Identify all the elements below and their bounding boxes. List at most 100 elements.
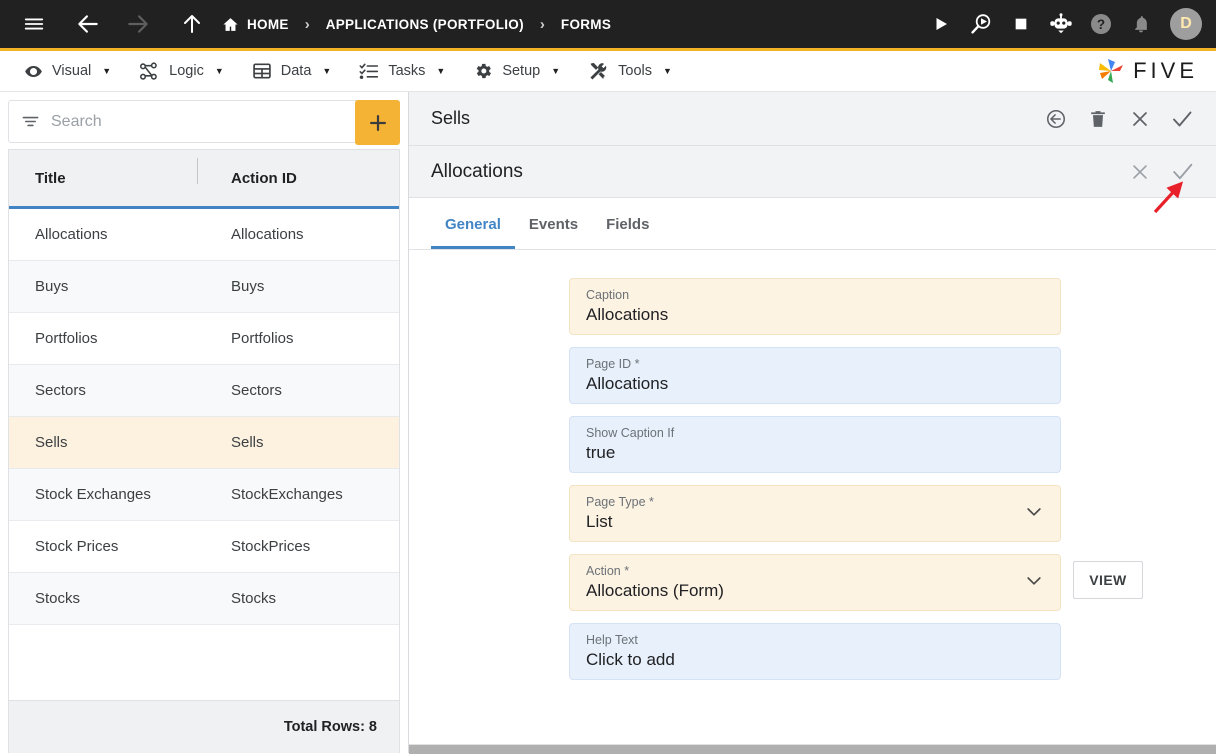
menu-data[interactable]: Data ▼ [242, 51, 350, 91]
page-title: Sells [431, 108, 471, 128]
debug-icon[interactable] [962, 4, 1000, 44]
avatar[interactable]: D [1170, 8, 1202, 40]
undo-circle-icon[interactable] [1042, 105, 1070, 133]
forward-arrow-icon[interactable] [118, 4, 158, 44]
form-field-row: Help Text Click to add [569, 623, 1216, 680]
breadcrumb-item-applications[interactable]: APPLICATIONS (PORTFOLIO) [326, 17, 524, 32]
breadcrumb-label-home: HOME [247, 16, 289, 32]
field-label: Help Text [586, 633, 638, 647]
grid-body: Allocations Allocations Buys Buys Portfolios… [9, 209, 399, 700]
workspace: Title Action ID Allocations Allocations Bu… [0, 92, 1216, 754]
cell-title: Stock Prices [35, 538, 119, 555]
menu-tools[interactable]: Tools ▼ [578, 51, 690, 91]
breadcrumb-separator: › [539, 15, 545, 33]
subform-title: Allocations [431, 160, 523, 182]
field-page-type[interactable]: Page Type * List [569, 485, 1061, 542]
general-form: Caption Allocations Page ID * Allocations Sh… [409, 250, 1216, 744]
table-row[interactable]: Portfolios Portfolios [9, 313, 399, 365]
cell-action-id: Portfolios [231, 330, 294, 347]
breadcrumb-separator: › [304, 15, 310, 33]
brand-name: FIVE [1133, 58, 1198, 83]
table-row[interactable]: Buys Buys [9, 261, 399, 313]
cell-action-id: Buys [231, 278, 265, 295]
field-value: List [586, 512, 613, 531]
menu-tools-label: Tools [618, 63, 652, 79]
search-bar [8, 100, 400, 145]
chevron-down-icon[interactable] [1024, 570, 1044, 595]
notifications-bell-icon[interactable] [1122, 4, 1160, 44]
horizontal-scrollbar[interactable] [409, 744, 1216, 754]
form-field-row: Page ID * Allocations [569, 347, 1216, 404]
close-icon[interactable] [1126, 158, 1154, 186]
menu-logic[interactable]: Logic ▼ [129, 51, 242, 91]
save-check-icon[interactable] [1168, 158, 1196, 186]
records-list-panel: Title Action ID Allocations Allocations Bu… [0, 92, 409, 753]
detail-header: Sells [409, 92, 1216, 146]
stop-icon[interactable] [1002, 4, 1040, 44]
table-row[interactable]: Sells Sells [9, 417, 399, 469]
chevron-down-icon: ▼ [214, 66, 224, 76]
table-icon [252, 61, 272, 81]
chevron-down-icon: ▼ [102, 66, 112, 76]
tab-fields[interactable]: Fields [592, 216, 663, 249]
field-page-id[interactable]: Page ID * Allocations [569, 347, 1061, 404]
home-icon [222, 16, 239, 33]
add-record-button[interactable] [355, 100, 400, 145]
module-menu-bar: Visual ▼ Logic ▼ Data ▼ Tasks ▼ Setup ▼ … [0, 51, 1216, 92]
help-icon[interactable]: ? [1082, 4, 1120, 44]
field-value: Allocations (Form) [586, 581, 724, 600]
detail-panel: Sells Allocations General Events Fields … [409, 92, 1216, 754]
delete-trash-icon[interactable] [1084, 105, 1112, 133]
top-navigation-bar: HOME › APPLICATIONS (PORTFOLIO) › FORMS [0, 0, 1216, 48]
total-rows-label: Total Rows: 8 [283, 719, 377, 735]
save-check-icon[interactable] [1168, 105, 1196, 133]
menu-data-label: Data [280, 63, 312, 79]
cell-title: Buys [35, 278, 69, 295]
breadcrumb-item-home[interactable]: HOME [222, 16, 289, 33]
field-label: Page Type * [586, 495, 654, 509]
breadcrumb-item-forms[interactable]: FORMS [561, 17, 611, 32]
eye-icon [24, 62, 43, 81]
tab-events[interactable]: Events [515, 216, 592, 249]
table-row[interactable]: Stocks Stocks [9, 573, 399, 625]
menu-visual[interactable]: Visual ▼ [14, 51, 129, 91]
table-row[interactable]: Allocations Allocations [9, 209, 399, 261]
tools-icon [588, 61, 609, 82]
search-input[interactable] [51, 112, 355, 131]
checklist-icon [359, 61, 379, 81]
field-caption[interactable]: Caption Allocations [569, 278, 1061, 335]
back-arrow-icon[interactable] [68, 4, 108, 44]
cell-action-id: StockPrices [231, 538, 311, 555]
field-value: Allocations [586, 305, 669, 324]
chevron-down-icon[interactable] [1024, 501, 1044, 526]
chatbot-icon[interactable] [1042, 4, 1080, 44]
field-label: Show Caption If [586, 426, 675, 440]
column-header-title[interactable]: Title [9, 170, 205, 187]
cell-action-id: Stocks [231, 590, 277, 607]
breadcrumb-label-forms: FORMS [560, 16, 612, 32]
field-help-text[interactable]: Help Text Click to add [569, 623, 1061, 680]
cell-title: Allocations [35, 226, 108, 243]
menu-setup[interactable]: Setup ▼ [463, 51, 578, 91]
table-row[interactable]: Sectors Sectors [9, 365, 399, 417]
five-pinwheel-icon [1096, 57, 1126, 85]
hamburger-menu-icon[interactable] [14, 4, 54, 44]
form-field-row: Caption Allocations [569, 278, 1216, 335]
breadcrumb-label-applications: APPLICATIONS (PORTFOLIO) [325, 16, 524, 32]
up-arrow-icon[interactable] [172, 4, 212, 44]
field-label: Caption [586, 288, 630, 302]
run-icon[interactable] [922, 4, 960, 44]
field-show-caption-if[interactable]: Show Caption If true [569, 416, 1061, 473]
filter-icon[interactable] [9, 112, 51, 131]
menu-tasks[interactable]: Tasks ▼ [349, 51, 463, 91]
cell-title: Portfolios [35, 330, 98, 347]
table-row[interactable]: Stock Prices StockPrices [9, 521, 399, 573]
tab-general[interactable]: General [431, 216, 515, 249]
field-action[interactable]: Action * Allocations (Form) [569, 554, 1061, 611]
table-row[interactable]: Stock Exchanges StockExchanges [9, 469, 399, 521]
column-header-action-id[interactable]: Action ID [197, 157, 399, 187]
field-value: Click to add [586, 650, 675, 669]
view-button[interactable]: VIEW [1073, 561, 1143, 599]
close-icon[interactable] [1126, 105, 1154, 133]
subform-header-actions [1126, 158, 1196, 186]
